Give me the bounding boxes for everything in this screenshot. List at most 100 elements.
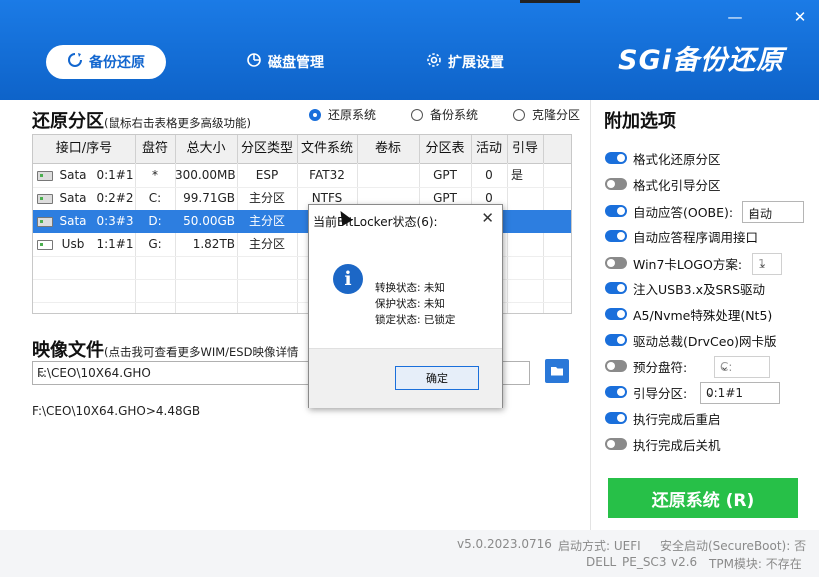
status-model: PE_SC3 bbox=[622, 555, 667, 569]
toggle-on-icon[interactable] bbox=[605, 230, 627, 242]
table-header: 接口/序号 盘符 总大小 分区类型 文件系统 卷标 分区表 活动 引导 bbox=[33, 135, 571, 164]
header-bar: — ✕ 备份还原 磁盘管理 扩展设置 SGi备份还原 bbox=[0, 0, 819, 100]
chevron-down-icon: ⌄ bbox=[706, 386, 716, 399]
close-button[interactable]: ✕ bbox=[789, 8, 811, 26]
dialog-line: 转换状态: 未知 bbox=[375, 282, 445, 294]
cell-fs: FAT32 bbox=[309, 168, 345, 182]
col-header[interactable]: 引导 bbox=[507, 135, 544, 163]
option-label: 注入USB3.x及SRS驱动 bbox=[633, 281, 766, 297]
dialog-close-button[interactable]: ✕ bbox=[481, 209, 494, 227]
mode-restore-radio[interactable]: 还原系统 bbox=[309, 106, 376, 123]
browse-folder-button[interactable] bbox=[545, 359, 569, 383]
cell-size: 50.00GB bbox=[183, 214, 235, 228]
option-reboot-after[interactable]: 执行完成后重启 bbox=[605, 408, 721, 428]
toggle-off-icon[interactable] bbox=[605, 178, 627, 190]
toggle-on-icon[interactable] bbox=[605, 386, 627, 398]
option-label: 驱动总裁(DrvCeo)网卡版 bbox=[633, 333, 777, 349]
image-section-title[interactable]: 映像文件(点击我可查看更多WIM/ESD映像详情 bbox=[32, 336, 298, 362]
col-header[interactable]: 盘符 bbox=[135, 135, 176, 163]
dialog-line: 保护状态: 未知 bbox=[375, 298, 445, 310]
bitlocker-dialog: 当前BitLocker状态(6): ✕ i 转换状态: 未知 保护状态: 未知 … bbox=[308, 204, 503, 408]
cell-bus: Sata bbox=[59, 191, 87, 205]
dialog-title: 当前BitLocker状态(6): bbox=[313, 215, 438, 229]
dialog-footer: 确定 bbox=[309, 348, 502, 408]
col-header[interactable]: 卷标 bbox=[357, 135, 420, 163]
status-machine: DELL bbox=[586, 555, 617, 569]
mode-clone-radio[interactable]: 克隆分区 bbox=[513, 106, 580, 123]
option-drvceo[interactable]: 驱动总裁(DrvCeo)网卡版 bbox=[605, 330, 776, 350]
drive-letter-select[interactable]: C: ⌄ bbox=[714, 356, 770, 378]
top-strip bbox=[520, 0, 580, 3]
toggle-on-icon[interactable] bbox=[605, 412, 627, 424]
chevron-down-icon: ⌄ bbox=[720, 360, 730, 373]
option-label: 自动应答(OOBE): bbox=[633, 204, 734, 220]
toggle-off-icon[interactable] bbox=[605, 360, 627, 372]
option-nvme[interactable]: A5/Nvme特殊处理(Nt5) bbox=[605, 304, 772, 324]
image-size-info: F:\CEO\10X64.GHO>4.48GB bbox=[32, 404, 201, 418]
restore-system-button[interactable]: 还原系统 (R) bbox=[608, 478, 798, 518]
cell-drive: * bbox=[152, 168, 158, 182]
partition-section-title: 还原分区(鼠标右击表格更多高级功能) bbox=[32, 107, 251, 133]
chevron-down-icon: ⌄ bbox=[748, 205, 758, 218]
cell-size: 1.82TB bbox=[192, 237, 235, 251]
tab-backup-restore[interactable]: 备份还原 bbox=[46, 45, 166, 79]
toggle-off-icon[interactable] bbox=[605, 257, 627, 269]
cell-boot bbox=[507, 187, 527, 210]
oobe-select[interactable]: 自动 ⌄ bbox=[742, 201, 804, 223]
option-usb3[interactable]: 注入USB3.x及SRS驱动 bbox=[605, 278, 765, 298]
status-ver2: v2.6 bbox=[671, 555, 698, 569]
option-oobe[interactable]: 自动应答(OOBE): bbox=[605, 201, 733, 221]
col-header[interactable]: 接口/序号 bbox=[33, 135, 136, 163]
minimize-button[interactable]: — bbox=[724, 8, 746, 26]
pie-chart-icon bbox=[246, 52, 262, 72]
info-icon: i bbox=[333, 264, 363, 294]
option-win7-logo[interactable]: Win7卡LOGO方案: bbox=[605, 253, 742, 273]
col-header[interactable]: 总大小 bbox=[175, 135, 238, 163]
win7-logo-select[interactable]: 1 ⌄ bbox=[752, 253, 782, 275]
radio-label: 还原系统 bbox=[328, 108, 377, 122]
cell-drive: C: bbox=[148, 191, 162, 205]
radio-empty-icon bbox=[513, 108, 525, 121]
disk-drive-icon bbox=[37, 217, 53, 227]
toggle-on-icon[interactable] bbox=[605, 282, 627, 294]
option-label: Win7卡LOGO方案: bbox=[633, 256, 743, 272]
tab-disk-management[interactable]: 磁盘管理 bbox=[246, 45, 324, 79]
boot-partition-select[interactable]: 0:1#1 ⌄ bbox=[700, 382, 780, 404]
option-oobe-api[interactable]: 自动应答程序调用接口 bbox=[605, 226, 758, 246]
cell-bus: Usb bbox=[61, 237, 85, 251]
toggle-on-icon[interactable] bbox=[605, 152, 627, 164]
radio-selected-icon bbox=[309, 108, 321, 121]
col-header[interactable]: 文件系统 bbox=[297, 135, 358, 163]
app-logo: SGi备份还原 bbox=[618, 45, 784, 76]
option-label: 引导分区: bbox=[633, 385, 688, 401]
option-drive-letter[interactable]: 预分盘符: bbox=[605, 356, 687, 376]
cell-type: 主分区 bbox=[248, 191, 285, 205]
dialog-body: i 转换状态: 未知 保护状态: 未知 锁定状态: 已锁定 bbox=[309, 235, 502, 348]
option-shutdown-after[interactable]: 执行完成后关机 bbox=[605, 434, 721, 454]
table-row[interactable]: Sata 0:1#1 * 300.00MB ESP FAT32 GPT 0 是 bbox=[33, 164, 571, 187]
col-header[interactable]: 分区类型 bbox=[237, 135, 298, 163]
toggle-off-icon[interactable] bbox=[605, 438, 627, 450]
option-boot-partition[interactable]: 引导分区: bbox=[605, 382, 687, 402]
dialog-ok-button[interactable]: 确定 bbox=[395, 366, 479, 390]
tab-extended-settings[interactable]: 扩展设置 bbox=[426, 45, 504, 79]
cell-active: 0 bbox=[485, 168, 493, 182]
tab-label: 备份还原 bbox=[89, 55, 145, 71]
option-format-boot[interactable]: 格式化引导分区 bbox=[605, 174, 721, 194]
cell-label bbox=[357, 164, 419, 187]
mode-backup-radio[interactable]: 备份系统 bbox=[411, 106, 478, 123]
toggle-on-icon[interactable] bbox=[605, 334, 627, 346]
toggle-on-icon[interactable] bbox=[605, 308, 627, 320]
col-header[interactable]: 活动 bbox=[471, 135, 508, 163]
radio-empty-icon bbox=[411, 108, 423, 121]
dialog-line: 锁定状态: 已锁定 bbox=[375, 314, 456, 326]
option-format-restore[interactable]: 格式化还原分区 bbox=[605, 148, 721, 168]
status-version: v5.0.2023.0716 bbox=[457, 537, 552, 551]
cell-drive: G: bbox=[148, 237, 162, 251]
col-header[interactable]: 分区表 bbox=[419, 135, 472, 163]
cell-type: 主分区 bbox=[248, 237, 285, 251]
usb-drive-icon bbox=[37, 240, 53, 250]
toggle-on-icon[interactable] bbox=[605, 205, 627, 217]
status-boot-mode: 启动方式: UEFI bbox=[558, 539, 641, 553]
cell-type: ESP bbox=[255, 168, 279, 182]
